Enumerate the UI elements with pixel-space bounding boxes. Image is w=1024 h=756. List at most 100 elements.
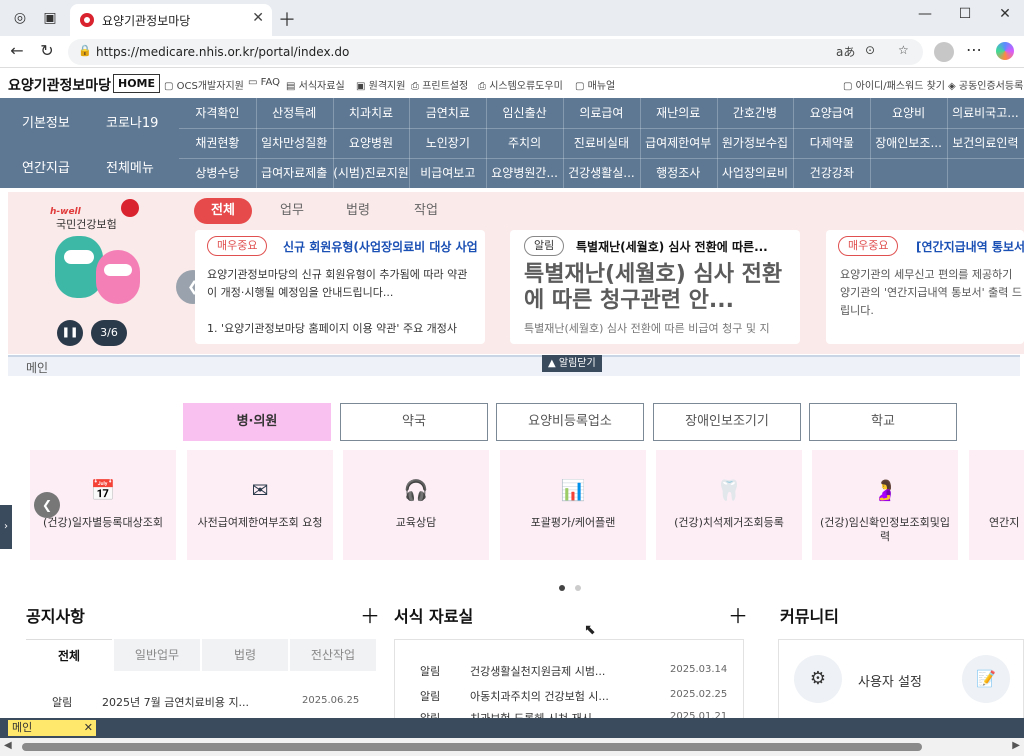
gnb-menu-item[interactable]: 건강강좌: [793, 158, 870, 188]
browser-tab-active[interactable]: 요양기관정보마당 ✕: [70, 4, 272, 36]
filter-tab-law[interactable]: 법령: [336, 198, 380, 224]
quick-menu-care-plan[interactable]: 📊 포괄평가/케어플랜: [500, 450, 646, 560]
user-settings-link[interactable]: 사용자 설정: [858, 671, 922, 690]
quick-menu-scaling[interactable]: 🦷 (건강)치석제거조회등록: [656, 450, 802, 560]
notice-card-1[interactable]: 매우중요 신규 회원유형(사업장의료비 대상 사업 요양기관정보마당의 신규 회…: [195, 230, 485, 344]
gnb-menu-item[interactable]: 노인장기: [409, 128, 486, 158]
tab-clinic[interactable]: 병·의원: [183, 403, 331, 441]
gnb-menu-item[interactable]: 행정조사: [640, 158, 717, 188]
gnb-menu-item[interactable]: 금연치료: [409, 98, 486, 128]
pause-icon[interactable]: ❚❚: [57, 320, 83, 346]
nav-covid19[interactable]: 코로나19: [106, 112, 158, 131]
notice-card-3[interactable]: 매우중요 [연간지급내역 통보서 요양기관의 세무신고 편의를 제공하기 양기관…: [826, 230, 1024, 344]
gnb-menu-item[interactable]: 요양병원간...: [486, 158, 563, 188]
gnb-menu-item[interactable]: (시범)진료지원: [333, 158, 410, 188]
gnb-menu-item[interactable]: 요양병원: [333, 128, 410, 158]
header-link-ocs[interactable]: ▢ OCS개발자지원: [164, 77, 244, 92]
gnb-menu-item[interactable]: 산정특례: [256, 98, 333, 128]
forms-row-title[interactable]: 건강생활실천지원금제 시범...: [470, 663, 605, 679]
gnb-menu-item[interactable]: 자격확인: [179, 98, 256, 128]
header-link-remote[interactable]: ▣ 원격지원: [356, 77, 405, 92]
workspaces-icon[interactable]: ◎: [10, 8, 30, 28]
carousel-dot-active[interactable]: [559, 585, 565, 591]
tab-actions-icon[interactable]: ▣: [40, 8, 60, 28]
notice-more-icon[interactable]: ＋: [360, 600, 380, 629]
gear-icon[interactable]: ⚙: [794, 655, 842, 703]
filter-tab-work[interactable]: 업무: [272, 198, 312, 224]
notice-tab-it[interactable]: 전산작업: [290, 639, 376, 671]
gnb-menu-item[interactable]: 사업장의료비: [717, 158, 794, 188]
gnb-menu-item[interactable]: 의료비국고...: [947, 98, 1024, 128]
copilot-icon[interactable]: [996, 42, 1014, 60]
quick-menu-annual[interactable]: 연간지: [969, 450, 1024, 560]
header-link-find-id[interactable]: ▢ 아이디/패스워드 찾기: [843, 77, 945, 92]
side-panel-toggle-icon[interactable]: ›: [0, 505, 12, 549]
notice-tab-general[interactable]: 일반업무: [114, 639, 200, 671]
gnb-menu-item[interactable]: 급여제한여부: [640, 128, 717, 158]
gnb-menu-item[interactable]: 상병수당: [179, 158, 256, 188]
docked-tab-main[interactable]: 메인 ✕: [8, 720, 96, 736]
back-icon[interactable]: ←: [6, 41, 28, 60]
gnb-menu-item[interactable]: 보건의료인력: [947, 128, 1024, 158]
gnb-menu-item[interactable]: 요양급여: [793, 98, 870, 128]
filter-tab-all[interactable]: 전체: [194, 198, 252, 224]
new-tab-icon[interactable]: ＋: [278, 6, 296, 32]
header-link-faq[interactable]: ▭ FAQ: [248, 77, 280, 88]
site-logo[interactable]: 요양기관정보마당: [8, 75, 111, 95]
quick-menu-pregnancy[interactable]: 🤰 (건강)임신확인정보조회및입력: [812, 450, 958, 560]
header-link-forms[interactable]: ▤ 서식자료실: [286, 77, 345, 92]
gnb-menu-item[interactable]: 임신출산: [486, 98, 563, 128]
header-link-manual[interactable]: ▢ 매뉴얼: [575, 77, 615, 92]
nav-annual-payment[interactable]: 연간지급: [22, 157, 70, 176]
scrollbar-thumb[interactable]: [22, 743, 922, 751]
home-button[interactable]: HOME: [113, 74, 161, 93]
filter-tab-job[interactable]: 작업: [404, 198, 448, 224]
gnb-menu-item[interactable]: 비급여보고: [409, 158, 486, 188]
read-aloud-icon[interactable]: aあ: [836, 43, 855, 60]
profile-avatar-icon[interactable]: [934, 42, 954, 62]
gnb-menu-item[interactable]: 채권현황: [179, 128, 256, 158]
docked-tab-close-icon[interactable]: ✕: [84, 720, 93, 736]
gnb-menu-item[interactable]: 진료비실태: [563, 128, 640, 158]
horizontal-scrollbar[interactable]: ◀ ▶: [0, 738, 1024, 756]
gnb-menu-item[interactable]: 다제약물: [793, 128, 870, 158]
window-close-icon[interactable]: ✕: [990, 6, 1020, 22]
gnb-menu-item[interactable]: 치과치료: [333, 98, 410, 128]
gnb-menu-item[interactable]: 원가정보수집: [717, 128, 794, 158]
document-icon[interactable]: 📝: [962, 655, 1010, 703]
gnb-menu-item[interactable]: 간호간병: [717, 98, 794, 128]
notice-row-title[interactable]: 2025년 7월 금연치료비용 지...: [102, 694, 249, 710]
url-field[interactable]: 🔒 https://medicare.nhis.or.kr/portal/ind…: [68, 39, 923, 65]
refresh-icon[interactable]: ↻: [36, 41, 58, 60]
gnb-menu-item[interactable]: 급여자료제출: [256, 158, 333, 188]
tab-pharmacy[interactable]: 약국: [340, 403, 488, 441]
app-available-icon[interactable]: ⊙: [865, 43, 875, 57]
close-tab-icon[interactable]: ✕: [252, 10, 264, 26]
quick-menu-prev-icon[interactable]: ❮: [34, 492, 60, 518]
gnb-menu-item[interactable]: 요양비: [870, 98, 947, 128]
nav-basic-info[interactable]: 기본정보: [22, 112, 70, 131]
gnb-menu-item[interactable]: 주치의: [486, 128, 563, 158]
header-link-error-help[interactable]: ⎙ 시스템오류도우미: [478, 77, 563, 92]
forms-row-title[interactable]: 아동치과주치의 건강보험 시...: [470, 688, 609, 704]
close-banner-button[interactable]: ▲ 알림닫기: [542, 355, 602, 372]
minimize-icon[interactable]: —: [910, 6, 940, 22]
more-options-icon[interactable]: ⋯: [966, 40, 982, 59]
notice-tab-all[interactable]: 전체: [26, 639, 112, 671]
header-link-certificate[interactable]: ◈ 공동인증서등록: [948, 77, 1023, 92]
maximize-icon[interactable]: ☐: [950, 6, 980, 22]
scroll-right-icon[interactable]: ▶: [1012, 740, 1020, 751]
gnb-menu-item[interactable]: 의료급여: [563, 98, 640, 128]
tab-assistive-device[interactable]: 장애인보조기기: [653, 403, 801, 441]
forms-row-title[interactable]: 치과보험 드롭헤 시쳐 재시...: [470, 710, 602, 718]
header-link-print[interactable]: ⎙ 프린트설정: [411, 77, 468, 92]
gnb-menu-item[interactable]: 일차만성질환: [256, 128, 333, 158]
tab-school[interactable]: 학교: [809, 403, 957, 441]
favorite-star-icon[interactable]: ☆: [898, 43, 909, 57]
scroll-left-icon[interactable]: ◀: [4, 740, 12, 751]
quick-menu-education[interactable]: 🎧 교육상담: [343, 450, 489, 560]
gnb-menu-item[interactable]: 건강생활실...: [563, 158, 640, 188]
tab-care-business[interactable]: 요양비등록업소: [496, 403, 644, 441]
carousel-dot[interactable]: [575, 585, 581, 591]
quick-menu-benefit-restriction[interactable]: ✉ 사전급여제한여부조회 요청: [187, 450, 333, 560]
